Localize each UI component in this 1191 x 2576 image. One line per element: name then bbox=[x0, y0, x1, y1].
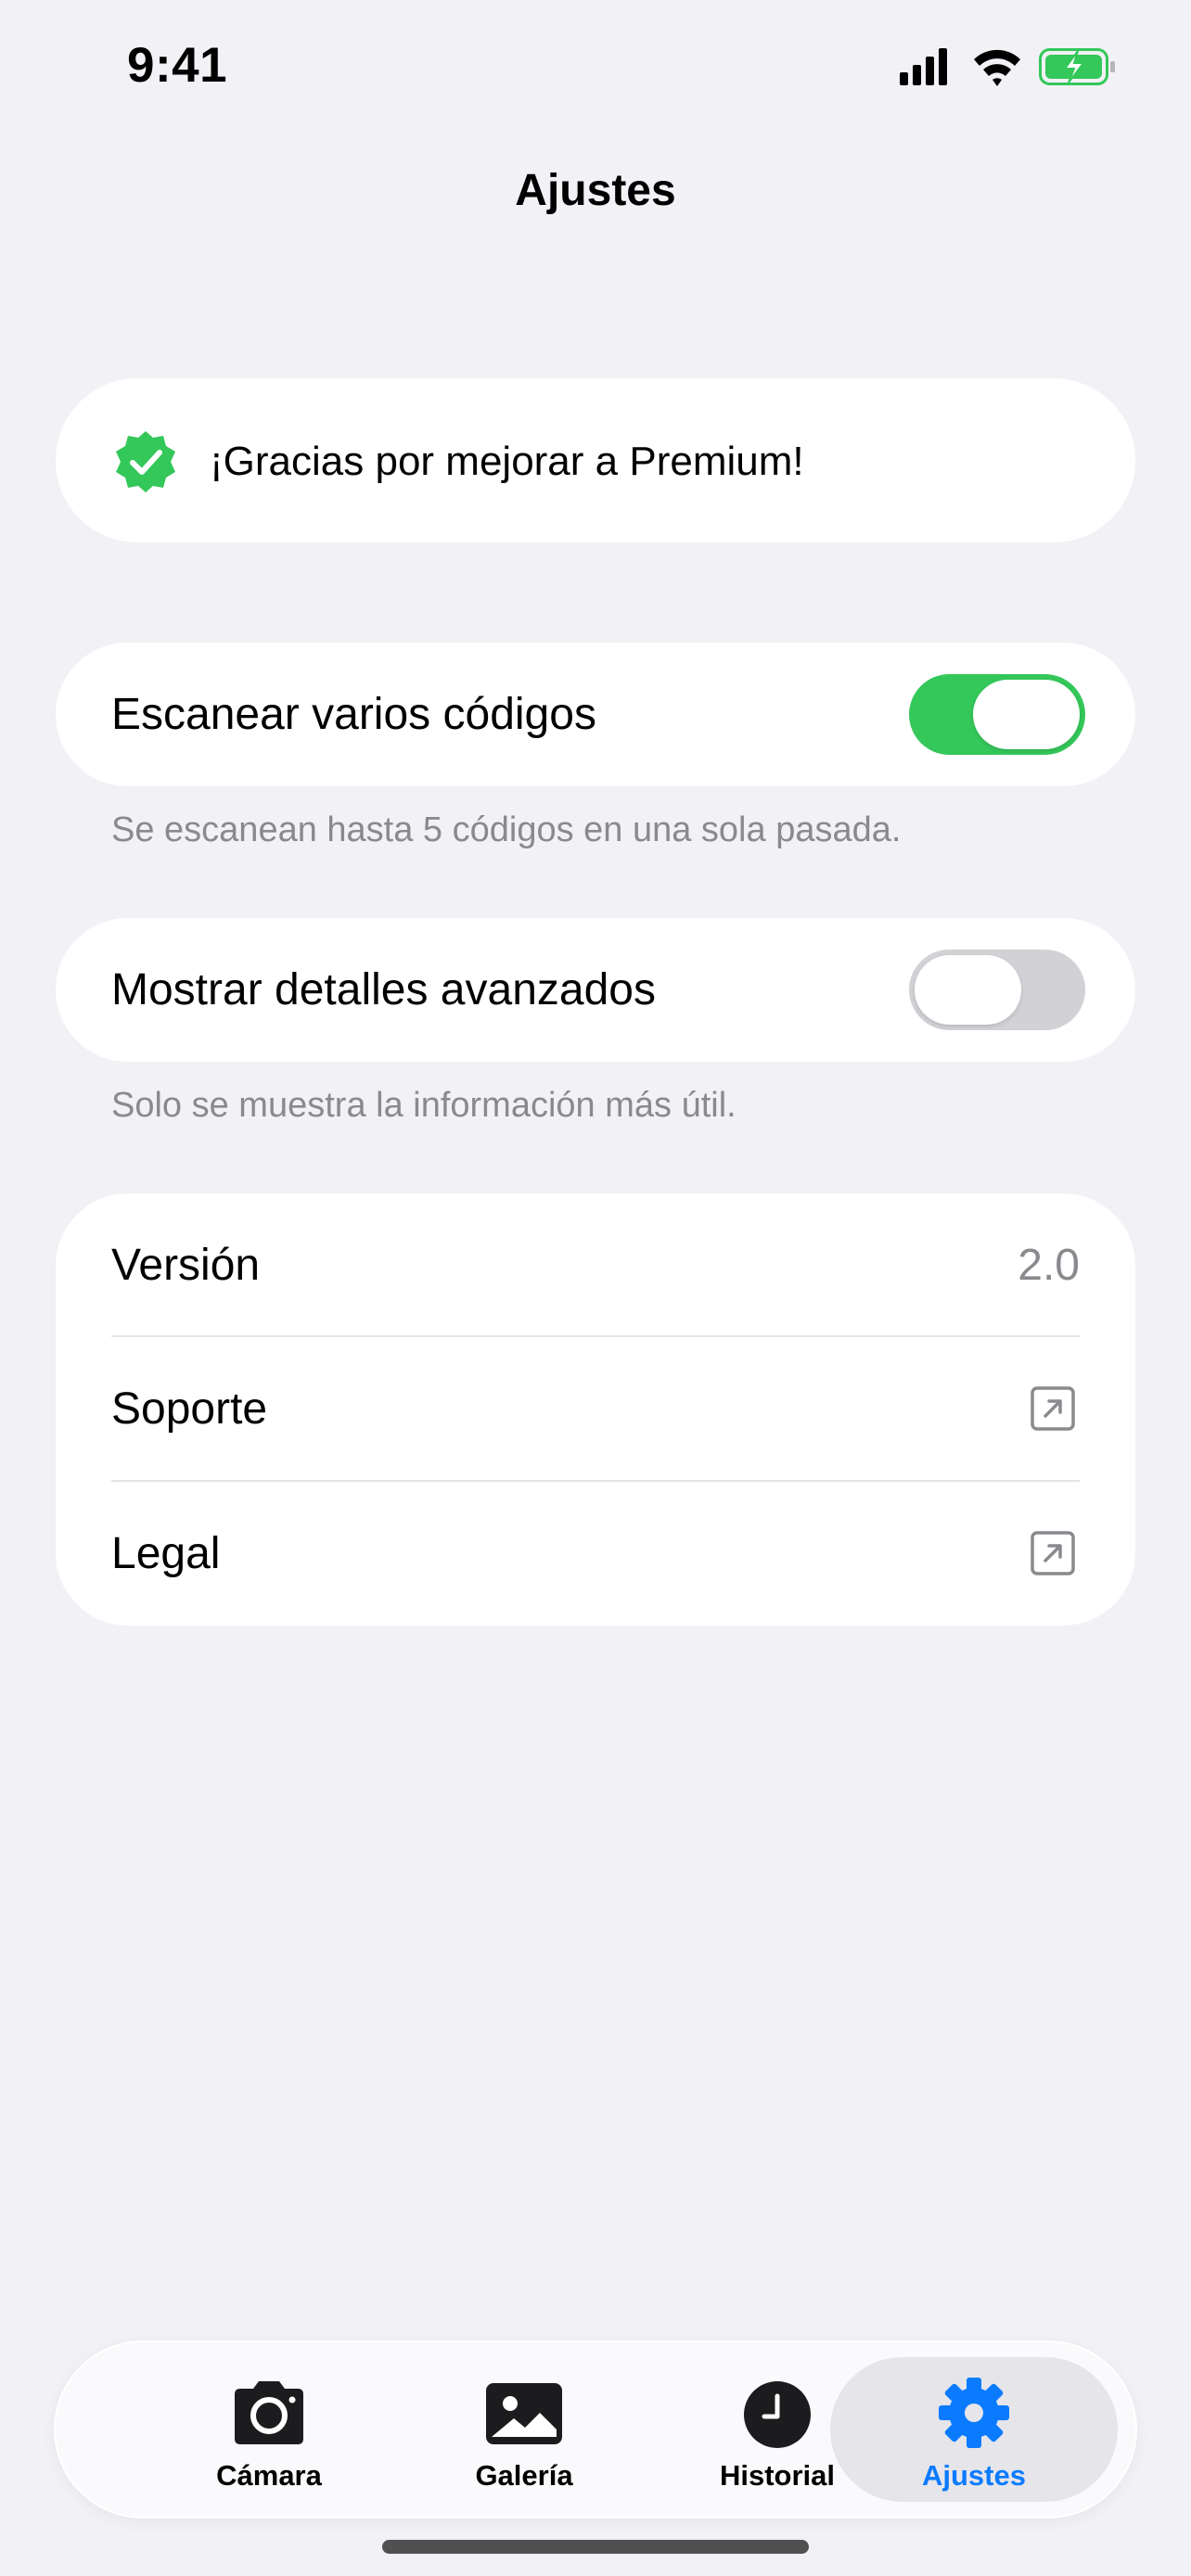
premium-banner: ¡Gracias por mejorar a Premium! bbox=[56, 378, 1135, 542]
verified-badge-icon bbox=[116, 431, 175, 492]
multi-scan-toggle[interactable] bbox=[909, 674, 1085, 755]
status-icons bbox=[900, 48, 1115, 86]
advanced-details-footer: Solo se muestra la información más útil. bbox=[111, 1086, 736, 1125]
tab-gallery[interactable]: Galería bbox=[399, 2342, 649, 2517]
advanced-details-toggle[interactable] bbox=[909, 950, 1085, 1030]
external-link-icon bbox=[1031, 1386, 1075, 1431]
tab-camera[interactable]: Cámara bbox=[144, 2342, 394, 2517]
multi-scan-footer: Se escanean hasta 5 códigos en una sola … bbox=[111, 810, 902, 849]
advanced-details-row: Mostrar detalles avanzados bbox=[56, 918, 1135, 1062]
toggle-knob bbox=[973, 680, 1080, 749]
tab-label: Galería bbox=[475, 2459, 573, 2492]
tab-settings[interactable]: Ajustes bbox=[830, 2357, 1118, 2502]
history-clock-icon bbox=[744, 2381, 811, 2448]
support-row[interactable]: Soporte bbox=[56, 1337, 1135, 1481]
camera-icon bbox=[235, 2381, 303, 2444]
gallery-icon bbox=[486, 2383, 562, 2444]
tab-label: Ajustes bbox=[922, 2459, 1026, 2492]
legal-row[interactable]: Legal bbox=[56, 1482, 1135, 1626]
multi-scan-row: Escanear varios códigos bbox=[56, 643, 1135, 786]
premium-message: ¡Gracias por mejorar a Premium! bbox=[210, 439, 804, 484]
wifi-icon bbox=[974, 49, 1020, 86]
signal-icon bbox=[900, 48, 947, 85]
home-indicator bbox=[382, 2540, 809, 2554]
external-link-icon bbox=[1031, 1531, 1075, 1575]
advanced-details-label: Mostrar detalles avanzados bbox=[111, 965, 656, 1014]
page-title: Ajustes bbox=[515, 166, 676, 215]
info-group: Versión 2.0 Soporte Legal bbox=[56, 1193, 1135, 1626]
tab-bar: Cámara Galería Historial Ajustes bbox=[56, 2342, 1135, 2517]
legal-label: Legal bbox=[111, 1529, 221, 1578]
multi-scan-label: Escanear varios códigos bbox=[111, 690, 596, 739]
version-value: 2.0 bbox=[1018, 1241, 1080, 1290]
status-time: 9:41 bbox=[127, 38, 228, 93]
version-row: Versión 2.0 bbox=[56, 1193, 1135, 1337]
version-label: Versión bbox=[111, 1241, 261, 1290]
tab-label: Cámara bbox=[216, 2459, 322, 2492]
support-label: Soporte bbox=[111, 1384, 268, 1434]
toggle-knob bbox=[915, 955, 1021, 1025]
battery-charging-icon bbox=[1039, 48, 1115, 85]
gear-icon bbox=[939, 2378, 1009, 2448]
